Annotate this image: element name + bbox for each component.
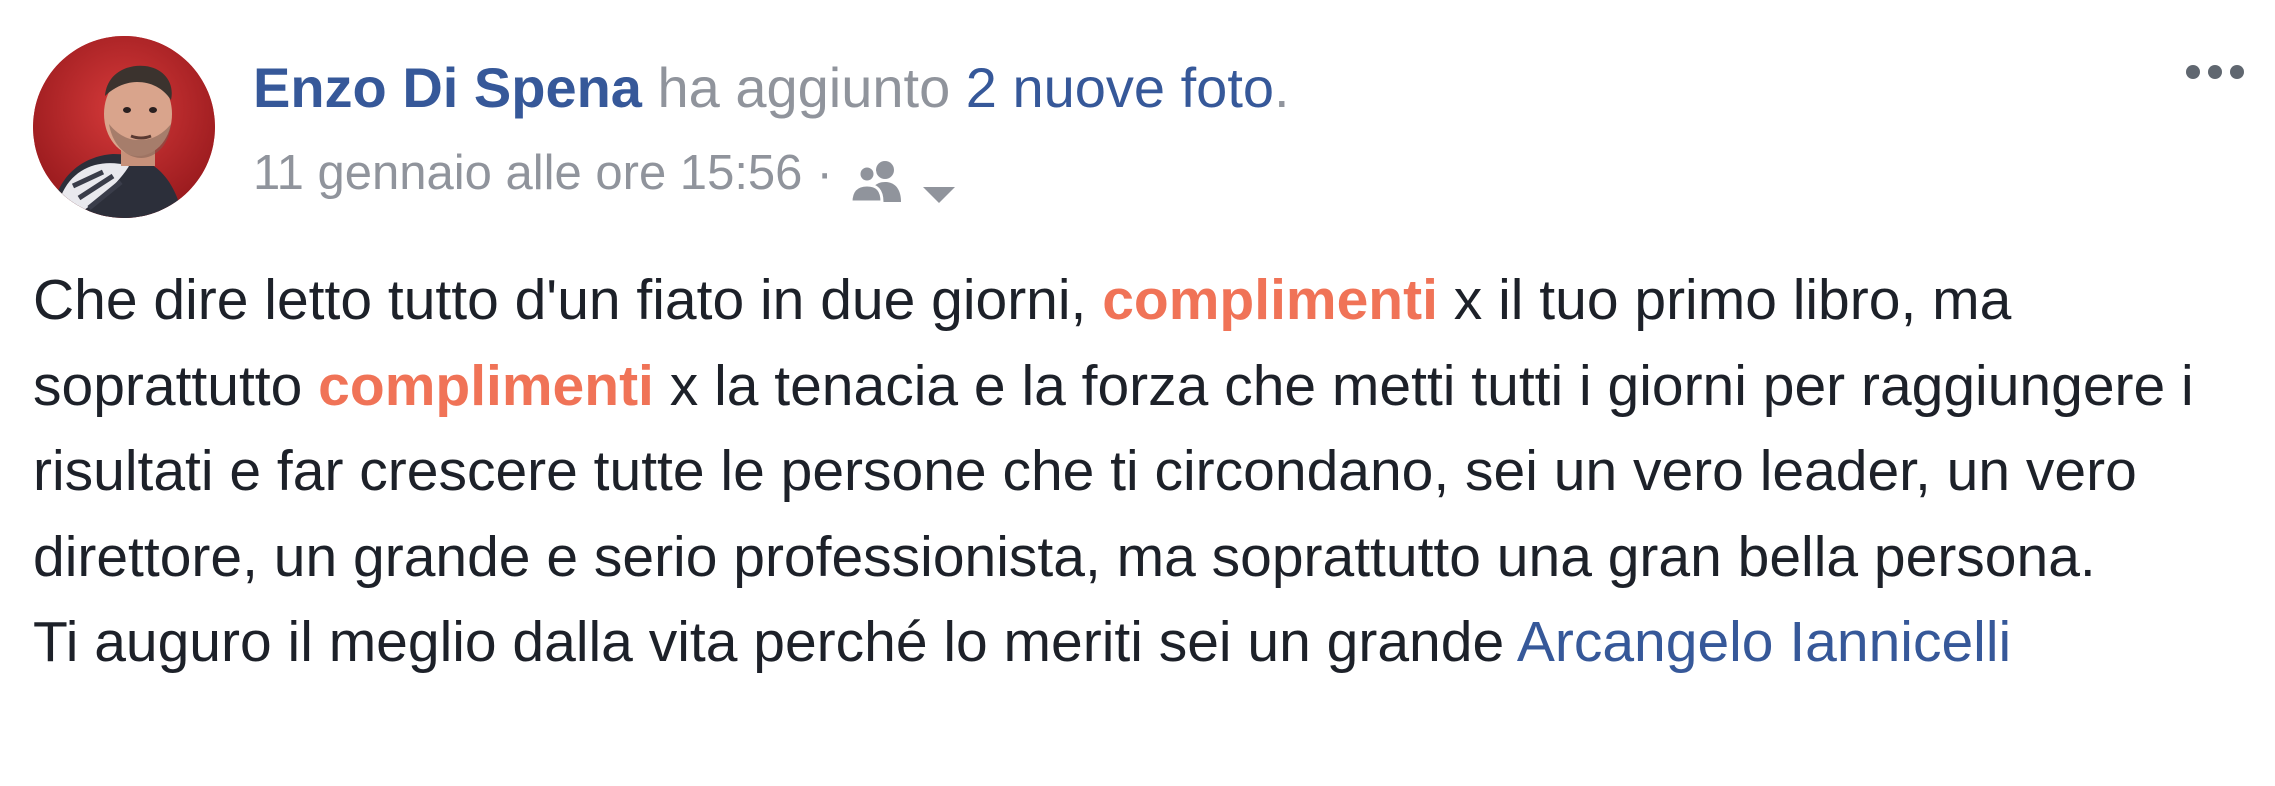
highlight-word: complimenti — [318, 353, 654, 418]
author-name-link[interactable]: Enzo Di Spena — [253, 56, 642, 119]
meta-separator: · — [816, 146, 833, 200]
highlight-word: complimenti — [1102, 268, 1438, 332]
friends-icon[interactable] — [849, 151, 907, 204]
post-paragraph-1: Che dire letto tutto d'un fiato in due g… — [33, 258, 2253, 600]
avatar-photo — [33, 36, 215, 218]
action-text: ha aggiunto — [641, 56, 966, 119]
post-meta: 11 gennaio alle ore 15:56 · — [253, 138, 959, 208]
post-paragraph-2: Ti auguro il meglio dalla vita perché lo… — [33, 600, 2253, 686]
mention-link[interactable]: Arcangelo Iannicelli — [1517, 610, 2011, 674]
author-avatar[interactable] — [33, 36, 215, 218]
more-dots-icon — [2186, 65, 2244, 79]
body-text-segment: Che dire letto tutto d'un fiato in due g… — [33, 268, 1103, 332]
post-body: Che dire letto tutto d'un fiato in due g… — [33, 258, 2253, 686]
more-options-button[interactable] — [2177, 52, 2257, 92]
caret-down-icon[interactable] — [919, 158, 959, 203]
post-header: Enzo Di Spena ha aggiunto 2 nuove foto. — [253, 48, 1290, 128]
body-text-segment: Ti auguro il meglio dalla vita perché lo… — [33, 610, 1517, 674]
post-card: Enzo Di Spena ha aggiunto 2 nuove foto. … — [0, 0, 2275, 786]
header-period: . — [1274, 56, 1290, 119]
post-timestamp-link[interactable]: 11 gennaio alle ore 15:56 — [253, 138, 802, 208]
photos-link[interactable]: 2 nuove foto — [966, 56, 1274, 119]
